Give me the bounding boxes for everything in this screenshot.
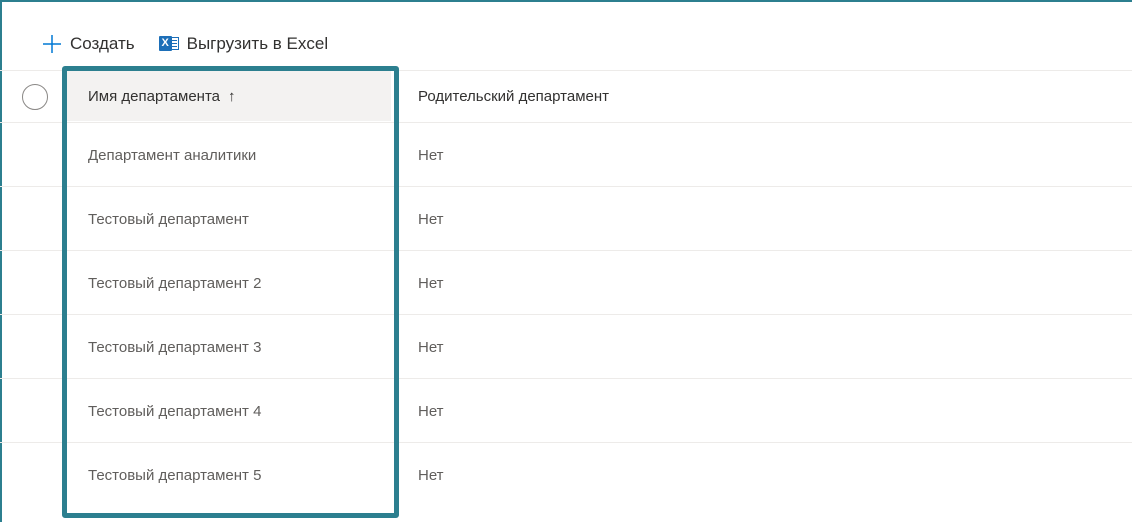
cell-department-name: Тестовый департамент 3 <box>88 338 262 356</box>
cell-parent-department: Нет <box>418 402 444 420</box>
cell-parent-department: Нет <box>418 338 444 356</box>
cell-parent-department: Нет <box>418 466 444 484</box>
column-header-name[interactable]: Имя департамента ↑ <box>88 71 235 121</box>
table-header: Имя департамента ↑ Родительский департам… <box>0 71 1132 121</box>
column-header-name-label: Имя департамента <box>88 87 220 105</box>
table-row[interactable]: Тестовый департамент 5 Нет <box>0 442 1132 506</box>
table-row[interactable]: Тестовый департамент 3 Нет <box>0 314 1132 378</box>
select-all-checkbox[interactable] <box>22 84 48 110</box>
create-button[interactable]: Создать <box>42 34 135 54</box>
column-header-parent-label: Родительский департамент <box>418 87 610 105</box>
table-body: Департамент аналитики Нет Тестовый депар… <box>0 122 1132 506</box>
cell-parent-department: Нет <box>418 210 444 228</box>
plus-icon <box>42 34 62 54</box>
cell-department-name: Тестовый департамент <box>88 210 249 228</box>
cell-department-name: Тестовый департамент 2 <box>88 274 262 292</box>
table-row[interactable]: Департамент аналитики Нет <box>0 122 1132 186</box>
sort-ascending-icon: ↑ <box>227 87 236 105</box>
cell-department-name: Тестовый департамент 4 <box>88 402 262 420</box>
table-row[interactable]: Тестовый департамент 4 Нет <box>0 378 1132 442</box>
cell-department-name: Департамент аналитики <box>88 146 257 164</box>
cell-parent-department: Нет <box>418 274 444 292</box>
excel-icon: X <box>158 34 179 54</box>
column-header-parent[interactable]: Родительский департамент <box>418 71 609 121</box>
table-row[interactable]: Тестовый департамент Нет <box>0 186 1132 250</box>
command-bar: Создать X Выгрузить в Excel <box>42 30 328 58</box>
table-row[interactable]: Тестовый департамент 2 Нет <box>0 250 1132 314</box>
cell-department-name: Тестовый департамент 5 <box>88 466 262 484</box>
export-excel-label: Выгрузить в Excel <box>186 34 329 53</box>
create-button-label: Создать <box>70 34 135 53</box>
cell-parent-department: Нет <box>418 146 444 164</box>
export-excel-button[interactable]: X Выгрузить в Excel <box>158 34 329 54</box>
